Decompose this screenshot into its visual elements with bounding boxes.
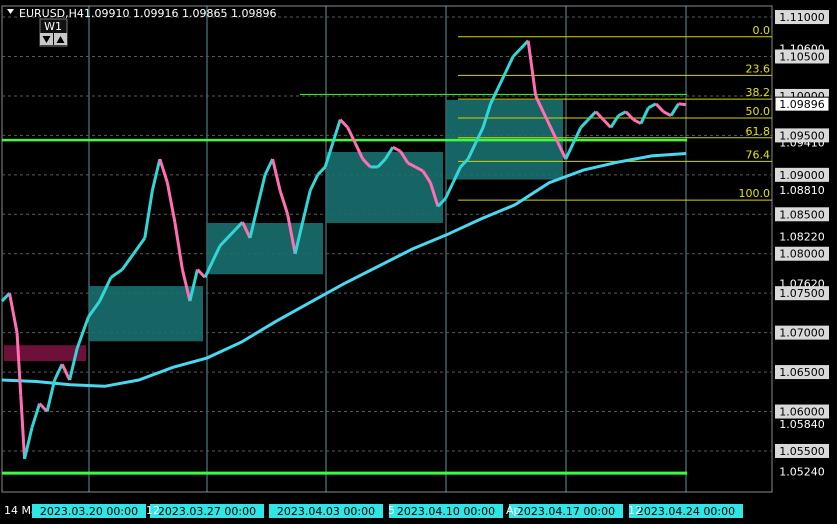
price-label-8: 1.08810 <box>779 184 825 197</box>
price-tag-18: 1.05500 <box>779 445 825 458</box>
demand-zone-3 <box>326 151 443 223</box>
price-label-10: 1.08220 <box>779 230 825 243</box>
time-partial-0: 12 <box>146 504 160 517</box>
time-partial-3: 12 <box>628 504 642 517</box>
price-tag-16: 1.06000 <box>779 406 825 419</box>
chart-header: EURUSD,H4 1.09910 1.09916 1.09865 1.0989… <box>7 7 276 20</box>
badge-label: W1 <box>44 20 62 33</box>
price-tag-9: 1.08500 <box>779 208 825 221</box>
candle-89 <box>678 102 687 107</box>
time-axis: 14 Ma 2023.03.20 00:00 2023.03.27 00:00 202… <box>4 504 743 518</box>
price-tag-13: 1.07500 <box>779 287 825 300</box>
fib-label-38.2: 38.2 <box>746 86 771 99</box>
price-label-19: 1.05240 <box>779 465 825 478</box>
ohlc-readout: 1.09910 1.09916 1.09865 1.09896 <box>84 7 276 20</box>
fib-label-100.0: 100.0 <box>739 187 771 200</box>
price-tag-2: 1.10500 <box>779 50 825 63</box>
price-tag-11: 1.08000 <box>779 248 825 261</box>
time-tag-2: 2023.03.27 00:00 <box>158 505 256 518</box>
timeframe-badge[interactable]: W1 <box>39 18 68 47</box>
price-tag-6: 1.09500 <box>779 129 825 142</box>
price-tag-15: 1.06500 <box>779 366 825 379</box>
price-tag-4: 1.09896 <box>779 98 825 111</box>
price-tag-7: 1.09000 <box>779 169 825 182</box>
price-label-17: 1.05840 <box>779 418 825 431</box>
time-tag-1: 2023.03.20 00:00 <box>40 505 138 518</box>
time-tag-5: 2023.04.17 00:00 <box>517 505 615 518</box>
fib-label-23.6: 23.6 <box>746 62 771 75</box>
fib-label-0.0: 0.0 <box>753 24 771 37</box>
eurusd-h4-chart[interactable]: 0.0 23.6 38.2 50.0 61.8 76.4 100.0 1.11000 1.10… <box>0 0 837 524</box>
price-tag-14: 1.07000 <box>779 327 825 340</box>
demand-zone-2 <box>207 222 323 275</box>
symbol-label: EURUSD,H4 <box>19 7 84 20</box>
chart-background <box>0 0 837 524</box>
time-tag-4: 2023.04.10 00:00 <box>397 505 495 518</box>
demand-zone-1 <box>89 286 203 342</box>
fib-label-50.0: 50.0 <box>746 105 771 118</box>
fib-label-61.8: 61.8 <box>746 125 771 138</box>
price-tag-0: 1.11000 <box>779 11 825 24</box>
fib-label-76.4: 76.4 <box>746 148 771 161</box>
time-tag-6: 2023.04.24 00:00 <box>637 505 735 518</box>
time-tag-3: 2023.04.03 00:00 <box>277 505 375 518</box>
time-partial-2: Ap <box>506 504 521 517</box>
time-partial-1: 5 <box>388 504 395 517</box>
